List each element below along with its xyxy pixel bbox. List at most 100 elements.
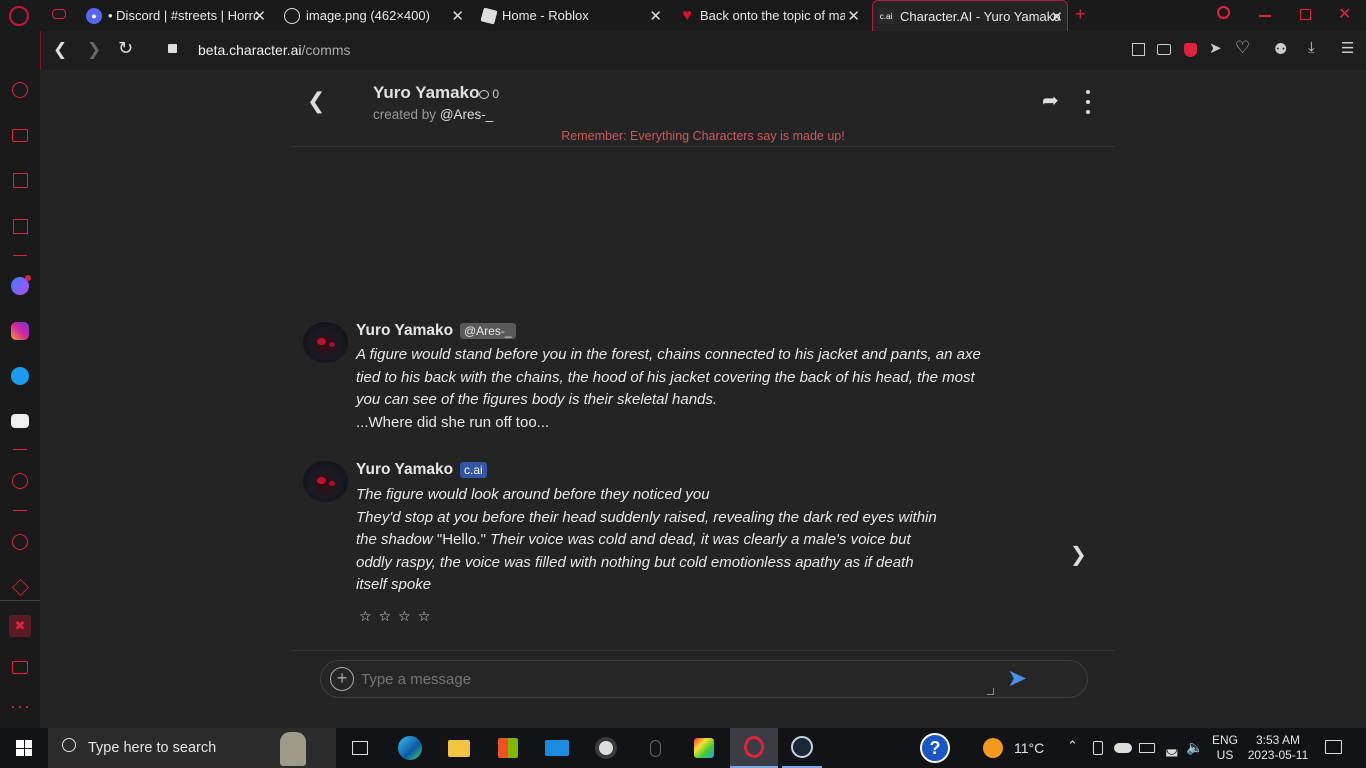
message-composer: + ➤	[320, 660, 1088, 698]
resize-handle-icon[interactable]	[987, 688, 994, 695]
mail-icon[interactable]	[537, 728, 577, 768]
globe-icon	[284, 7, 300, 24]
search-placeholder: Type here to search	[88, 740, 217, 756]
help-icon[interactable]: ?	[915, 728, 955, 768]
header-divider	[291, 146, 1115, 147]
heart-icon[interactable]: ♡	[1235, 38, 1250, 58]
speed-dial-icon[interactable]	[9, 79, 31, 101]
creator-line: created by @Ares-_	[373, 107, 493, 122]
extensions-icon[interactable]	[9, 576, 31, 598]
swipe-next-icon[interactable]: ❯	[1070, 542, 1087, 567]
tab-roblox[interactable]: Home - Roblox ✕	[476, 0, 666, 31]
close-tab-icon[interactable]: ✕	[649, 7, 662, 25]
star-icon[interactable]: ☆	[418, 608, 438, 624]
send-icon[interactable]: ➤	[1209, 39, 1222, 57]
easy-setup-icon[interactable]: ☰	[1341, 39, 1354, 57]
clock[interactable]: 3:53 AM 2023-05-11	[1243, 733, 1313, 763]
notifications-icon[interactable]	[1325, 740, 1342, 754]
twitter-icon[interactable]	[9, 365, 31, 387]
chat-page: ❮ Yuro Yamako 0 created by @Ares-_ ➦ Rem…	[41, 70, 1366, 728]
url-field[interactable]: beta.character.ai/comms	[198, 42, 351, 58]
download-icon[interactable]: ⤓	[1308, 39, 1315, 56]
weather-icon[interactable]	[980, 728, 1006, 768]
battery-icon[interactable]	[1139, 743, 1155, 753]
file-explorer-icon[interactable]	[439, 728, 479, 768]
creator-link[interactable]: @Ares-_	[440, 107, 493, 122]
avatar[interactable]	[303, 322, 348, 363]
gamepad-icon[interactable]	[52, 9, 66, 19]
minimize-button[interactable]	[1259, 15, 1271, 17]
language-indicator[interactable]: ENG US	[1212, 733, 1238, 763]
creator-badge: @Ares-_	[460, 323, 516, 339]
created-by-label: created by	[373, 107, 437, 122]
message-plain-text: ...Where did she run off too...	[356, 413, 550, 431]
instagram-icon[interactable]	[9, 320, 31, 342]
star-icon[interactable]: ☆	[359, 608, 379, 624]
mouse-app-icon[interactable]	[635, 728, 675, 768]
windows-start-icon[interactable]	[0, 728, 48, 768]
more-icon[interactable]: ···	[10, 696, 31, 717]
back-icon[interactable]: ❮	[53, 40, 67, 60]
kebab-menu-icon[interactable]	[1080, 90, 1096, 114]
camera-icon[interactable]	[1157, 44, 1171, 55]
edit-icon[interactable]	[1132, 43, 1145, 56]
twitch-icon[interactable]	[9, 169, 31, 191]
lock-icon	[168, 44, 177, 53]
steam-icon[interactable]	[782, 728, 822, 768]
opera-logo-icon[interactable]	[9, 6, 29, 26]
app-eye-icon[interactable]	[586, 728, 626, 768]
tray-overflow-icon[interactable]: ⌃	[1067, 738, 1078, 754]
send-message-icon[interactable]: ➤	[1007, 664, 1027, 693]
search-tabs-icon[interactable]	[1217, 6, 1230, 19]
composer-divider	[291, 650, 1115, 651]
close-window-button[interactable]: ✕	[1338, 4, 1351, 24]
onedrive-icon[interactable]	[1114, 743, 1132, 753]
share-icon[interactable]: ➦	[1042, 88, 1059, 113]
tab-discord[interactable]: ● • Discord | #streets | Horror ✕	[80, 0, 270, 31]
notification-dot	[25, 275, 31, 281]
opera-gx-icon[interactable]	[730, 728, 778, 768]
discord-icon[interactable]	[9, 410, 31, 432]
message-input[interactable]	[361, 667, 991, 691]
avatar[interactable]	[303, 461, 348, 502]
add-icon[interactable]: +	[330, 667, 354, 691]
roblox-icon	[480, 6, 498, 25]
tab-image[interactable]: image.png (462×400) ✕	[278, 0, 468, 31]
task-view-icon[interactable]	[340, 728, 380, 768]
close-tab-icon[interactable]: ✕	[253, 7, 266, 25]
wifi-icon[interactable]: ◛	[1165, 740, 1179, 757]
reload-icon[interactable]: ↻	[118, 38, 133, 59]
workspace-icon[interactable]	[9, 124, 31, 146]
player-icon[interactable]	[9, 470, 31, 492]
restore-button[interactable]	[1300, 9, 1311, 20]
tab-back-onto-topic[interactable]: ♥ Back onto the topic of mak ✕	[674, 0, 864, 31]
language-code: ENG	[1212, 733, 1239, 747]
weather-temp[interactable]: 11°C	[1014, 740, 1044, 756]
tray-app-icon[interactable]	[1093, 741, 1103, 755]
store-icon[interactable]	[488, 728, 528, 768]
close-tab-icon[interactable]: ✕	[1050, 8, 1063, 26]
new-tab-button[interactable]: +	[1075, 4, 1086, 25]
chat-back-icon[interactable]: ❮	[307, 88, 325, 114]
close-tab-icon[interactable]: ✕	[451, 7, 464, 25]
wallpaper-icon[interactable]	[9, 656, 31, 678]
close-tab-icon[interactable]: ✕	[847, 7, 860, 25]
history-icon[interactable]	[9, 531, 31, 553]
forward-icon[interactable]: ❯	[87, 40, 101, 60]
account-icon[interactable]: ⚉	[1274, 40, 1287, 58]
edge-icon[interactable]	[390, 728, 430, 768]
message-body: A figure would stand before you in the f…	[356, 344, 991, 434]
volume-icon[interactable]: 🔈	[1186, 739, 1203, 756]
gx-control-icon[interactable]	[9, 215, 31, 237]
taskbar-search-box[interactable]: Type here to search	[48, 728, 336, 768]
tab-character-ai[interactable]: c.ai Character.AI - Yuro Yamako ✕	[872, 0, 1068, 31]
search-highlight-icon	[280, 732, 306, 766]
clock-date: 2023-05-11	[1247, 748, 1309, 762]
sidebar-divider	[13, 255, 27, 256]
star-icon[interactable]: ☆	[398, 608, 418, 624]
paint-app-icon[interactable]	[684, 728, 724, 768]
star-icon[interactable]: ☆	[379, 608, 399, 624]
vpn-shield-icon[interactable]	[1184, 43, 1197, 57]
cai-icon: c.ai	[878, 8, 894, 24]
mod-icon[interactable]: ✖	[9, 615, 31, 637]
